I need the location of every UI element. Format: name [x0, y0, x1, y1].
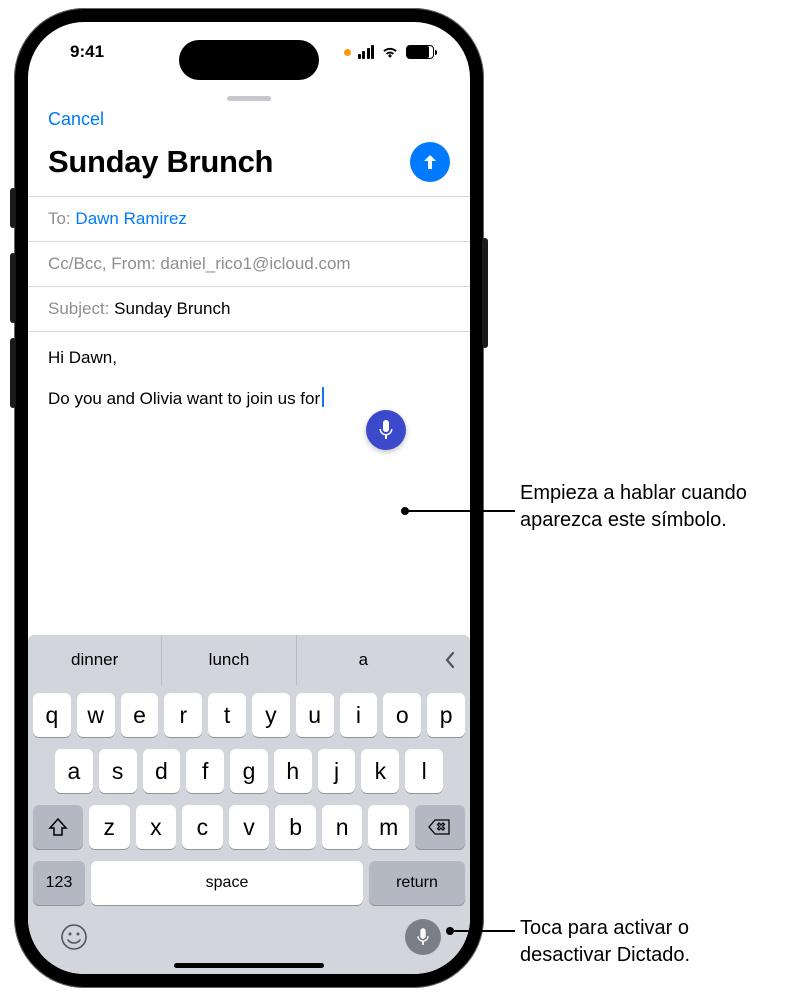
callout-line	[405, 510, 515, 512]
key-m[interactable]: m	[368, 805, 409, 849]
compose-title: Sunday Brunch	[48, 144, 273, 180]
mic-privacy-dot-icon	[344, 49, 351, 56]
body-line: Hi Dawn,	[48, 346, 450, 371]
arrow-up-icon	[420, 152, 440, 172]
subject-label: Subject:	[48, 299, 109, 318]
subject-value: Sunday Brunch	[114, 299, 230, 318]
key-q[interactable]: q	[33, 693, 71, 737]
key-x[interactable]: x	[136, 805, 177, 849]
dictation-button[interactable]	[405, 919, 441, 955]
cc-value: daniel_rico1@icloud.com	[160, 254, 350, 273]
chevron-left-icon	[444, 651, 456, 669]
key-g[interactable]: g	[230, 749, 268, 793]
send-button[interactable]	[410, 142, 450, 182]
key-a[interactable]: a	[55, 749, 93, 793]
key-o[interactable]: o	[383, 693, 421, 737]
suggestion-bar: dinner lunch a	[28, 635, 470, 685]
keyboard-row: 123 space return	[33, 861, 465, 905]
cellular-icon	[358, 45, 375, 59]
suggestion-item[interactable]: lunch	[161, 635, 295, 685]
phone-frame: 9:41 Cancel Sunday Brunch To: Dawn Ramir…	[14, 8, 484, 988]
volume-down	[10, 338, 16, 408]
emoji-button[interactable]	[57, 920, 91, 954]
home-indicator[interactable]	[174, 963, 324, 968]
sheet-grabber[interactable]	[227, 96, 271, 101]
numbers-key[interactable]: 123	[33, 861, 85, 905]
key-z[interactable]: z	[89, 805, 130, 849]
keyboard-row: z x c v b n m	[33, 805, 465, 849]
shift-key[interactable]	[33, 805, 83, 849]
space-key[interactable]: space	[91, 861, 363, 905]
status-time: 9:41	[70, 42, 104, 62]
microphone-icon	[416, 927, 430, 947]
key-h[interactable]: h	[274, 749, 312, 793]
text-cursor	[322, 387, 324, 407]
callout-text: Empieza a hablar cuando aparezca este sí…	[520, 480, 780, 534]
callout-text: Toca para activar o desactivar Dictado.	[520, 915, 780, 969]
subject-field[interactable]: Subject: Sunday Brunch	[28, 286, 470, 331]
shift-icon	[48, 818, 68, 836]
wifi-icon	[381, 45, 399, 59]
key-j[interactable]: j	[318, 749, 356, 793]
key-i[interactable]: i	[340, 693, 378, 737]
message-body[interactable]: Hi Dawn, Do you and Olivia want to join …	[28, 331, 470, 635]
key-w[interactable]: w	[77, 693, 115, 737]
key-u[interactable]: u	[296, 693, 334, 737]
mute-switch	[10, 188, 16, 228]
side-button	[482, 238, 488, 348]
key-v[interactable]: v	[229, 805, 270, 849]
compose-sheet: Cancel Sunday Brunch To: Dawn Ramirez Cc…	[28, 88, 470, 974]
dynamic-island	[179, 40, 319, 80]
keyboard-row: q w e r t y u i o p	[33, 693, 465, 737]
collapse-suggestions-button[interactable]	[430, 635, 470, 685]
return-key[interactable]: return	[369, 861, 465, 905]
screen: 9:41 Cancel Sunday Brunch To: Dawn Ramir…	[28, 22, 470, 974]
key-d[interactable]: d	[143, 749, 181, 793]
suggestion-item[interactable]: dinner	[28, 635, 161, 685]
keyboard: q w e r t y u i o p a s d f g h	[28, 685, 470, 974]
key-y[interactable]: y	[252, 693, 290, 737]
callout-line	[450, 930, 515, 932]
dictation-indicator[interactable]	[366, 410, 406, 450]
key-t[interactable]: t	[208, 693, 246, 737]
cc-bcc-from-field[interactable]: Cc/Bcc, From: daniel_rico1@icloud.com	[28, 241, 470, 286]
keyboard-row: a s d f g h j k l	[33, 749, 465, 793]
key-f[interactable]: f	[186, 749, 224, 793]
key-p[interactable]: p	[427, 693, 465, 737]
key-n[interactable]: n	[322, 805, 363, 849]
suggestion-item[interactable]: a	[296, 635, 430, 685]
body-line: Do you and Olivia want to join us for	[48, 389, 320, 408]
key-l[interactable]: l	[405, 749, 443, 793]
delete-key[interactable]	[415, 805, 465, 849]
key-r[interactable]: r	[164, 693, 202, 737]
cancel-button[interactable]: Cancel	[28, 107, 470, 140]
backspace-icon	[428, 818, 452, 836]
key-s[interactable]: s	[99, 749, 137, 793]
key-e[interactable]: e	[121, 693, 159, 737]
key-c[interactable]: c	[182, 805, 223, 849]
key-b[interactable]: b	[275, 805, 316, 849]
to-field[interactable]: To: Dawn Ramirez	[28, 196, 470, 241]
key-k[interactable]: k	[361, 749, 399, 793]
emoji-icon	[59, 922, 89, 952]
microphone-icon	[378, 419, 394, 441]
battery-icon	[406, 45, 434, 59]
to-value: Dawn Ramirez	[75, 209, 186, 228]
volume-up	[10, 253, 16, 323]
cc-label: Cc/Bcc, From:	[48, 254, 156, 273]
to-label: To:	[48, 209, 71, 228]
